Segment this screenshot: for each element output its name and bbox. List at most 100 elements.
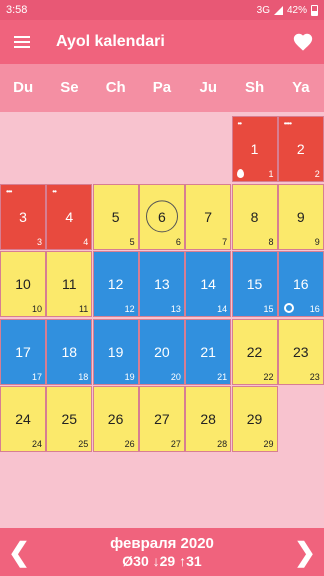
day-number: 9 — [296, 208, 305, 225]
day-cell[interactable]: 20 20 — [138, 318, 185, 385]
app-title: Ayol kalendari — [56, 33, 165, 50]
drop-icon — [236, 169, 244, 178]
day-cell[interactable]: 11 11 — [46, 251, 93, 317]
day-number: 25 — [61, 411, 78, 427]
day-number: 16 — [293, 276, 309, 292]
cycle-day-number: 26 — [124, 439, 135, 449]
day-cell[interactable]: 24 24 — [0, 386, 46, 452]
cycle-day-number: 22 — [263, 371, 274, 382]
chevron-right-icon[interactable]: ❯ — [292, 537, 318, 567]
day-cell[interactable]: 21 21 — [185, 318, 232, 385]
battery-percent: 42% — [286, 4, 307, 16]
day-cell[interactable]: 27 27 — [138, 386, 185, 452]
heart-icon[interactable] — [292, 31, 314, 53]
cycle-day-number: 14 — [217, 304, 228, 314]
cycle-day-number: 9 — [314, 236, 320, 247]
month-label: февраля 2020 — [110, 535, 214, 552]
day-number: 15 — [246, 276, 263, 292]
day-cell[interactable]: 16 16 — [277, 251, 324, 317]
day-number: 7 — [204, 208, 213, 225]
day-cell[interactable]: 17 17 — [0, 318, 46, 385]
cycle-day-number: 29 — [263, 439, 274, 449]
weekday-header: Du Se Ch Pa Ju Sh Ya — [0, 64, 324, 112]
intensity-dots: •• — [52, 186, 57, 196]
intensity-dots: •••• — [283, 119, 292, 128]
day-number: 24 — [15, 411, 31, 427]
cycle-day-number: 11 — [78, 304, 89, 314]
intensity-dots: ••• — [6, 186, 12, 196]
day-number: 26 — [107, 411, 124, 427]
day-cell[interactable]: 15 15 — [231, 251, 278, 317]
day-number: 6 — [140, 199, 184, 232]
cycle-day-number: 5 — [129, 236, 135, 247]
day-number: 19 — [107, 343, 124, 360]
weekday-sat: Sh — [244, 79, 265, 96]
day-cell[interactable]: 23 23 — [277, 318, 324, 385]
day-cell[interactable]: •• 1 1 — [231, 116, 278, 182]
day-number: 22 — [246, 343, 263, 360]
day-cell[interactable]: 14 14 — [185, 251, 232, 317]
cycle-day-number: 6 — [175, 236, 181, 247]
menu-icon[interactable] — [14, 36, 30, 48]
ovulation-icon — [283, 303, 294, 313]
day-number: 29 — [246, 411, 263, 427]
cycle-stats: Ø30 ↓29 ↑31 — [122, 553, 202, 569]
day-number: 4 — [65, 208, 74, 225]
day-cell[interactable]: 28 28 — [185, 386, 232, 452]
day-number: 23 — [293, 343, 309, 360]
day-cell[interactable]: 26 26 — [92, 386, 139, 452]
day-number: 28 — [200, 411, 216, 427]
day-number: 13 — [154, 276, 170, 292]
day-number: 10 — [15, 276, 31, 292]
day-cell[interactable]: 99 — [277, 183, 324, 250]
cycle-day-number: 24 — [31, 439, 42, 449]
app-bar: Ayol kalendari — [0, 20, 324, 64]
day-cell[interactable]: 18 18 — [46, 318, 93, 385]
day-number: 3 — [19, 208, 27, 225]
cycle-day-number: 20 — [170, 371, 181, 382]
cycle-day-number: 23 — [309, 371, 320, 382]
day-number: 8 — [250, 208, 259, 225]
status-time: 3:58 — [6, 4, 28, 16]
day-cell[interactable]: 22 22 — [231, 318, 278, 385]
day-cell[interactable]: 88 — [231, 183, 278, 250]
cycle-day-number: 13 — [170, 304, 181, 314]
cycle-day-number: 2 — [314, 169, 320, 179]
day-number: 27 — [154, 411, 170, 427]
weekday-thu: Pa — [152, 79, 172, 96]
day-cell[interactable]: •••• 2 2 — [277, 116, 324, 182]
day-number: 5 — [111, 208, 120, 225]
day-cell[interactable]: 19 19 — [92, 318, 139, 385]
status-icons: 3G 42% — [256, 4, 318, 16]
day-cell[interactable]: 55 — [92, 183, 139, 250]
day-number: 11 — [62, 276, 77, 292]
weekday-fri: Ju — [199, 79, 218, 96]
network-label: 3G — [256, 4, 270, 16]
day-number: 21 — [200, 343, 216, 360]
day-cell[interactable]: •• 4 4 — [46, 183, 93, 250]
cycle-day-number: 10 — [31, 304, 42, 314]
day-number: 17 — [15, 343, 31, 360]
day-cell[interactable]: 66 — [138, 183, 185, 250]
day-cell[interactable]: 12 12 — [92, 251, 139, 317]
day-cell[interactable]: 13 13 — [138, 251, 185, 317]
day-cell[interactable]: ••• 3 3 — [0, 183, 46, 250]
cycle-day-number: 27 — [170, 439, 181, 449]
day-number: 1 — [250, 141, 259, 157]
signal-icon — [273, 5, 283, 15]
status-bar: 3:58 3G 42% — [0, 0, 324, 20]
day-number: 14 — [200, 276, 216, 292]
cycle-day-number: 21 — [217, 371, 228, 382]
cycle-day-number: 18 — [78, 371, 89, 382]
day-cell[interactable]: 29 29 — [231, 386, 278, 452]
day-cell[interactable]: 25 25 — [46, 386, 93, 452]
weekday-wed: Ch — [105, 79, 126, 96]
cycle-day-number: 1 — [268, 169, 274, 179]
day-cell[interactable]: 77 — [185, 183, 232, 250]
cycle-day-number: 19 — [124, 371, 135, 382]
cycle-day-number: 25 — [78, 439, 89, 449]
day-number: 12 — [107, 276, 124, 292]
cycle-day-number: 28 — [217, 439, 228, 449]
cycle-day-number: 4 — [83, 236, 89, 247]
day-cell[interactable]: 10 10 — [0, 251, 46, 317]
